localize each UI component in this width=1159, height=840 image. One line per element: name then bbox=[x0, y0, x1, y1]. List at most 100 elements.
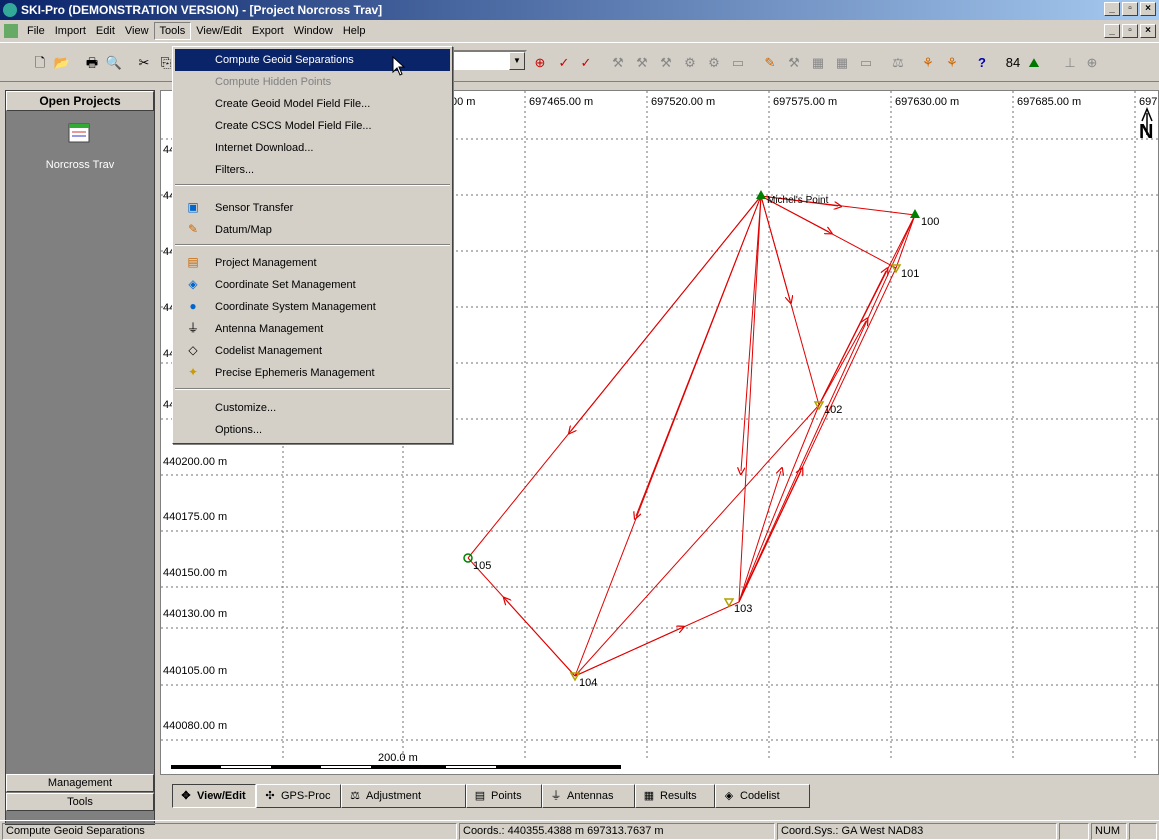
tab-adjustment[interactable]: ⚖ Adjustment bbox=[341, 784, 466, 808]
menu-tools[interactable]: Tools bbox=[153, 22, 192, 40]
y-label: 440200.00 m bbox=[163, 456, 228, 468]
menu-window[interactable]: Window bbox=[289, 23, 338, 39]
status-coord-sys: Coord.Sys.: GA West NAD83 bbox=[777, 823, 1057, 840]
tool-q-icon[interactable]: ⊕ bbox=[1082, 53, 1102, 73]
new-icon[interactable]: 🗋 bbox=[30, 53, 50, 73]
open-icon[interactable]: 📂 bbox=[52, 53, 72, 73]
tool-e-icon[interactable]: ⚒ bbox=[656, 53, 676, 73]
menu-item-datum-map[interactable]: Datum/Map bbox=[175, 219, 450, 241]
menu-item-filters[interactable]: Filters... bbox=[175, 159, 450, 181]
toolbar-combo[interactable]: ▼ bbox=[452, 50, 527, 72]
menu-bar: File Import Edit View Tools View/Edit Ex… bbox=[0, 20, 1159, 42]
menu-item-options[interactable]: Options... bbox=[175, 419, 450, 441]
menu-view-edit[interactable]: View/Edit bbox=[191, 23, 247, 39]
status-message: Compute Geoid Separations bbox=[2, 823, 457, 840]
menu-item-precise-ephemeris[interactable]: Precise Ephemeris Management bbox=[175, 362, 450, 384]
y-label: 440175.00 m bbox=[163, 511, 228, 523]
target-icon[interactable]: ⊕ bbox=[530, 53, 550, 73]
tool-p-icon[interactable]: ⊥ bbox=[1060, 53, 1080, 73]
tool-k-icon[interactable]: ▦ bbox=[808, 53, 828, 73]
document-icon[interactable] bbox=[4, 24, 18, 38]
tab-points[interactable]: ▤ Points bbox=[466, 784, 542, 808]
tab-management[interactable]: Management bbox=[6, 774, 154, 792]
menu-separator bbox=[175, 184, 450, 186]
tab-results[interactable]: ▦ Results bbox=[635, 784, 715, 808]
doc-minimize-button[interactable]: _ bbox=[1104, 24, 1120, 38]
menu-item-antenna[interactable]: Antenna Management bbox=[175, 318, 450, 340]
antenna-icon: ⏚ bbox=[550, 790, 562, 802]
cut-icon[interactable]: ✂ bbox=[134, 53, 154, 73]
menu-export[interactable]: Export bbox=[247, 23, 289, 39]
tool-m-icon[interactable]: ▭ bbox=[856, 53, 876, 73]
tab-label: Points bbox=[491, 790, 522, 802]
menu-item-internet-download[interactable]: Internet Download... bbox=[175, 137, 450, 159]
menu-file[interactable]: File bbox=[22, 23, 50, 39]
tab-gps-proc[interactable]: ✣ GPS-Proc bbox=[256, 784, 341, 808]
point-label: 104 bbox=[579, 677, 598, 689]
tool-o-icon[interactable]: ⚘ bbox=[942, 53, 962, 73]
doc-restore-button[interactable]: ▫ bbox=[1122, 24, 1138, 38]
x-label: 697520.00 m bbox=[651, 96, 716, 108]
help-icon[interactable]: ? bbox=[972, 53, 992, 73]
x-label: 00 m bbox=[451, 96, 476, 108]
menu-item-sensor-transfer[interactable]: Sensor Transfer bbox=[175, 197, 450, 219]
menu-item-create-geoid-model[interactable]: Create Geoid Model Field File... bbox=[175, 93, 450, 115]
menu-view[interactable]: View bbox=[120, 23, 154, 39]
maximize-button[interactable]: ▫ bbox=[1122, 2, 1138, 16]
tool-d-icon[interactable]: ⚒ bbox=[632, 53, 652, 73]
point-104-marker[interactable] bbox=[569, 672, 581, 682]
bottom-tabs: ✥ View/Edit ✣ GPS-Proc ⚖ Adjustment ▤ Points… bbox=[160, 780, 1159, 812]
minimize-button[interactable]: _ bbox=[1104, 2, 1120, 16]
menu-item-codelist[interactable]: Codelist Management bbox=[175, 340, 450, 362]
menu-item-compute-geoid[interactable]: Compute Geoid Separations bbox=[175, 49, 450, 71]
menu-item-coordinate-system[interactable]: Coordinate System Management bbox=[175, 296, 450, 318]
menu-item-customize[interactable]: Customize... bbox=[175, 397, 450, 419]
tool-n-icon[interactable]: ⚘ bbox=[918, 53, 938, 73]
tool-b-icon[interactable]: ✓ bbox=[576, 53, 596, 73]
y-label: 440105.00 m bbox=[163, 665, 228, 677]
tab-antennas[interactable]: ⏚ Antennas bbox=[542, 784, 635, 808]
tool-l-icon[interactable]: ▦ bbox=[832, 53, 852, 73]
project-label[interactable]: Norcross Trav bbox=[6, 159, 154, 171]
tool-g-icon[interactable]: ⚙ bbox=[704, 53, 724, 73]
project-icon[interactable] bbox=[66, 121, 92, 145]
tool-f-icon[interactable]: ⚙ bbox=[680, 53, 700, 73]
print-icon[interactable]: 🖶 bbox=[82, 53, 102, 73]
tool-h-icon[interactable]: ▭ bbox=[728, 53, 748, 73]
menu-separator bbox=[175, 244, 450, 246]
zoom-value: 84 bbox=[1005, 55, 1021, 70]
tool-c-icon[interactable]: ⚒ bbox=[608, 53, 628, 73]
tab-label: Antennas bbox=[567, 790, 614, 802]
menu-item-project-management[interactable]: Project Management bbox=[175, 252, 450, 274]
scale-label: 200.0 m bbox=[378, 752, 418, 764]
print-preview-icon[interactable]: 🔍 bbox=[104, 53, 124, 73]
local-icon[interactable]: ⛰ bbox=[1024, 53, 1044, 73]
tool-j-icon[interactable]: ⚒ bbox=[784, 53, 804, 73]
adjust-icon[interactable]: ⚖ bbox=[888, 53, 908, 73]
menu-edit[interactable]: Edit bbox=[91, 23, 120, 39]
results-icon: ▦ bbox=[643, 790, 655, 802]
menu-item-coordinate-set[interactable]: Coordinate Set Management bbox=[175, 274, 450, 296]
tab-codelist[interactable]: ◈ Codelist bbox=[715, 784, 810, 808]
tab-tools[interactable]: Tools bbox=[6, 793, 154, 811]
close-button[interactable]: × bbox=[1140, 2, 1156, 16]
menu-help[interactable]: Help bbox=[338, 23, 371, 39]
view-edit-icon: ✥ bbox=[181, 790, 191, 802]
chevron-down-icon[interactable]: ▼ bbox=[509, 52, 525, 70]
doc-close-button[interactable]: × bbox=[1140, 24, 1156, 38]
app-icon bbox=[3, 3, 17, 17]
status-empty bbox=[1059, 823, 1089, 840]
menu-item-create-cscs-model[interactable]: Create CSCS Model Field File... bbox=[175, 115, 450, 137]
tab-view-edit[interactable]: ✥ View/Edit bbox=[172, 784, 256, 808]
tool-a-icon[interactable]: ✓ bbox=[554, 53, 574, 73]
gps-icon: ✣ bbox=[265, 790, 275, 802]
x-label: 697575.00 m bbox=[773, 96, 838, 108]
point-label: 100 bbox=[921, 216, 940, 228]
x-label: 697685.00 m bbox=[1017, 96, 1082, 108]
control-point-100[interactable] bbox=[910, 209, 920, 218]
status-bar: Compute Geoid Separations Coords.: 44035… bbox=[0, 820, 1159, 840]
menu-import[interactable]: Import bbox=[50, 23, 91, 39]
tool-i-icon[interactable]: ✎ bbox=[760, 53, 780, 73]
menu-item-compute-hidden[interactable]: Compute Hidden Points bbox=[175, 71, 450, 93]
open-projects-header: Open Projects bbox=[6, 91, 154, 111]
